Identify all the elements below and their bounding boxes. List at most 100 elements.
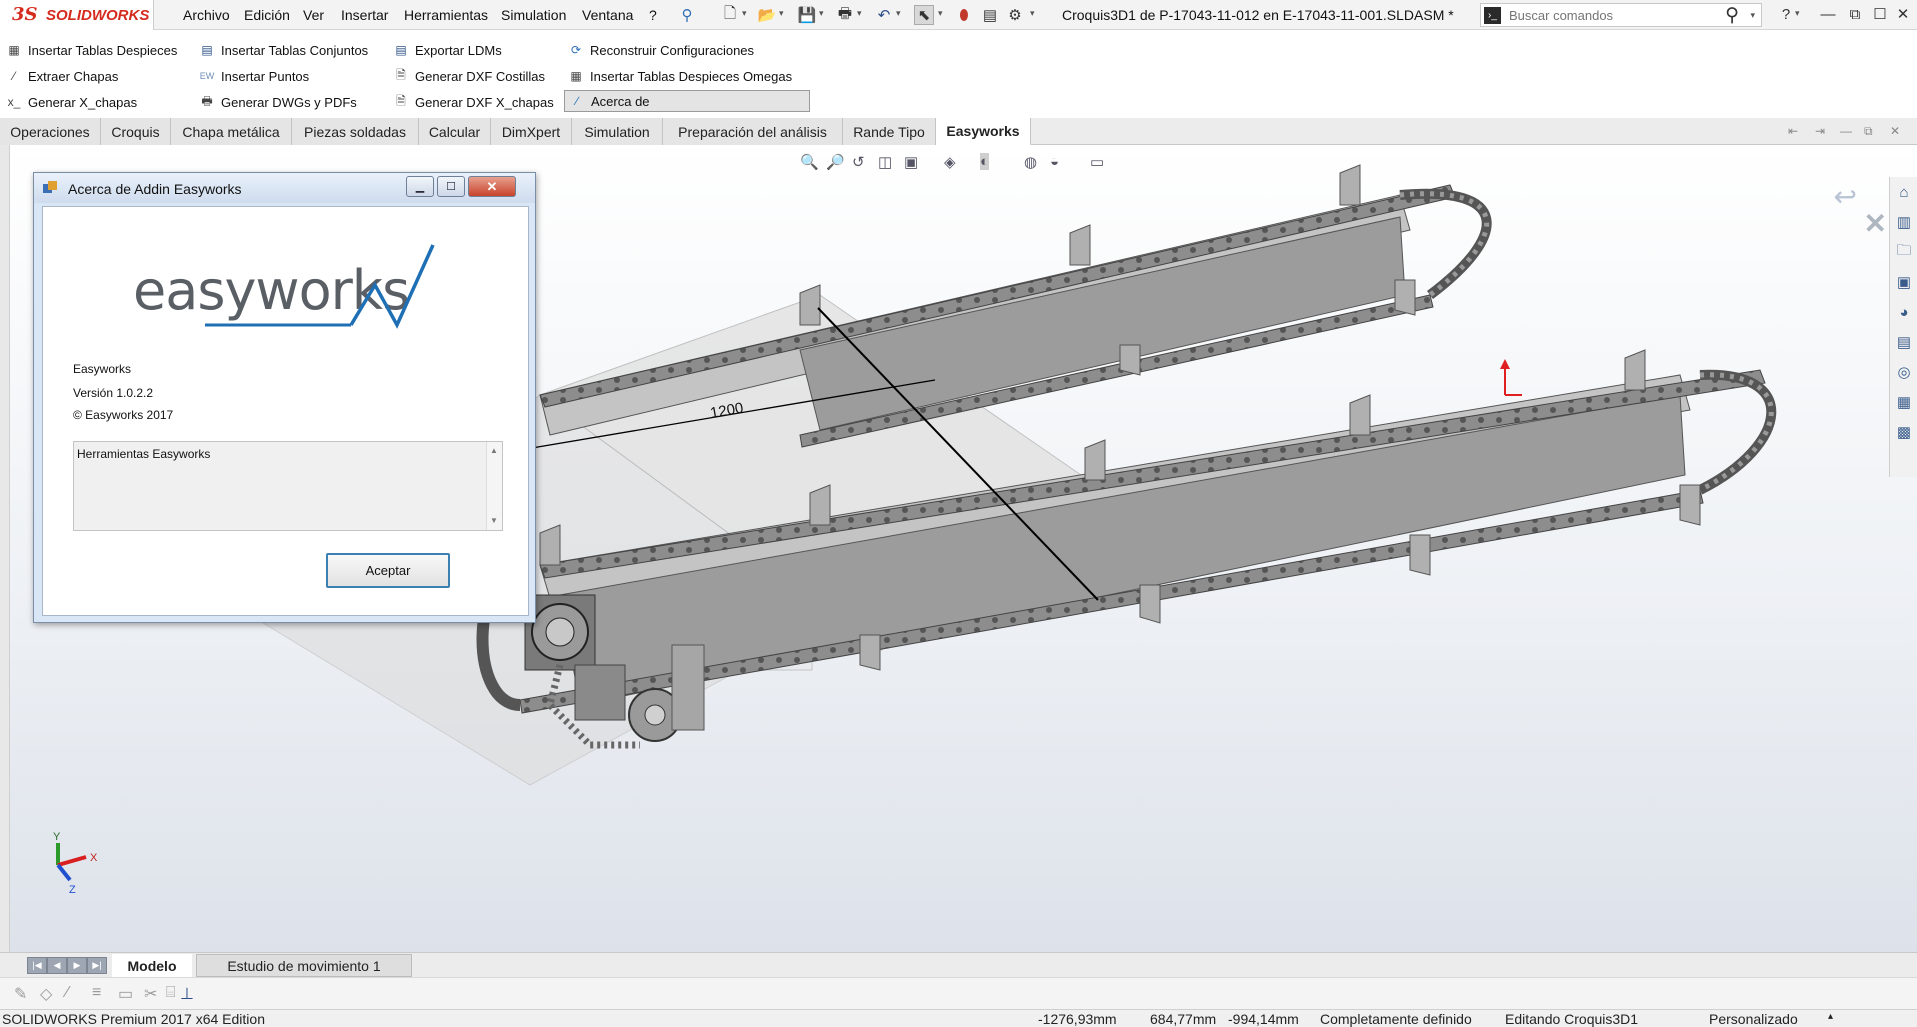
solidworks-logo[interactable]: 3S SOLIDWORKS bbox=[0, 0, 154, 30]
scroll-up-icon[interactable]: ▲ bbox=[490, 446, 498, 455]
tab-modelo[interactable]: Modelo bbox=[112, 954, 192, 977]
cmd-reconstruir-configuraciones[interactable]: ⟳ Reconstruir Configuraciones bbox=[568, 39, 754, 61]
previous-view-icon[interactable]: ↺ bbox=[852, 153, 865, 171]
aceptar-button[interactable]: Aceptar bbox=[326, 553, 450, 588]
search-input[interactable] bbox=[1509, 6, 1709, 24]
tab-croquis[interactable]: Croquis bbox=[101, 118, 171, 145]
cmd-insertar-tablas-despieces-omegas[interactable]: ▦ Insertar Tablas Despieces Omegas bbox=[568, 65, 792, 87]
scene-icon[interactable]: ◒ bbox=[1050, 153, 1059, 170]
tab-easyworks[interactable]: Easyworks bbox=[936, 118, 1031, 145]
units-status[interactable]: Personalizado bbox=[1709, 1011, 1798, 1027]
dialog-close-icon[interactable]: ✕ bbox=[468, 176, 516, 197]
confirmation-cancel-icon[interactable]: ✕ bbox=[1864, 207, 1887, 240]
custom-properties-icon[interactable]: ▤ bbox=[1890, 327, 1917, 357]
help-button[interactable]: ? bbox=[1776, 4, 1796, 24]
next-tab-icon[interactable]: ▶ bbox=[67, 957, 87, 974]
section-view-icon[interactable]: ◫ bbox=[878, 153, 892, 171]
rebuild-icon[interactable]: ⬮ bbox=[954, 5, 974, 25]
new-file-icon[interactable]: 🗋 bbox=[720, 5, 740, 25]
units-dropdown-icon[interactable]: ▴ bbox=[1828, 1011, 1833, 1022]
search-icon[interactable]: ⚲ bbox=[1725, 4, 1739, 27]
last-tab-icon[interactable]: ▶| bbox=[87, 957, 107, 974]
line-tool-icon[interactable]: ⁄ bbox=[66, 984, 69, 1002]
select-icon[interactable]: ⬉ bbox=[914, 5, 934, 25]
undo-icon[interactable]: ↶ bbox=[874, 5, 894, 25]
dialog-caption[interactable]: Acerca de Addin Easyworks ▁ ☐ ✕ bbox=[34, 173, 535, 203]
rectangle-tool-icon[interactable]: ▭ bbox=[118, 984, 133, 1004]
cmd-generar-dwgs-pdfs[interactable]: 🖶 Generar DWGs y PDFs bbox=[199, 91, 356, 113]
maximize-icon[interactable]: ☐ bbox=[1870, 4, 1890, 24]
addin-panel-icon[interactable]: ▦ bbox=[1890, 387, 1917, 417]
save-icon[interactable]: 💾 bbox=[797, 5, 817, 25]
first-tab-icon[interactable]: |◀ bbox=[27, 957, 47, 974]
menu-ver[interactable]: Ver bbox=[303, 7, 324, 23]
menu-edicion[interactable]: Edición bbox=[244, 7, 290, 23]
confirmation-accept-icon[interactable]: ↩ bbox=[1834, 180, 1857, 213]
collapse-left-icon[interactable]: ⇤ bbox=[1788, 124, 1798, 138]
smart-dimension-icon[interactable]: ◇ bbox=[40, 984, 52, 1004]
cmd-insertar-tablas-despieces[interactable]: ▦ Insertar Tablas Despieces bbox=[6, 39, 177, 61]
menu-insertar[interactable]: Insertar bbox=[341, 7, 388, 23]
file-properties-icon[interactable]: ▤ bbox=[980, 5, 1000, 25]
search-dropdown-icon[interactable]: ▾ bbox=[1750, 10, 1755, 21]
tab-chapa-metalica[interactable]: Chapa metálica bbox=[171, 118, 292, 145]
dialog-maximize-icon[interactable]: ☐ bbox=[437, 176, 465, 197]
cmd-extraer-chapas[interactable]: ⁄ Extraer Chapas bbox=[6, 65, 118, 87]
cmd-generar-dxf-costillas[interactable]: 🗎 Generar DXF Costillas bbox=[393, 65, 545, 87]
trim-tool-icon[interactable]: ✂ bbox=[144, 984, 157, 1004]
tab-calcular[interactable]: Calcular bbox=[419, 118, 491, 145]
open-dropdown-icon[interactable]: ▾ bbox=[779, 8, 784, 19]
view-orientation-icon[interactable]: ◈ bbox=[944, 153, 956, 171]
tab-rande-tipo[interactable]: Rande Tipo bbox=[843, 118, 936, 145]
menu-help[interactable]: ? bbox=[649, 7, 657, 23]
undo-dropdown-icon[interactable]: ▾ bbox=[896, 8, 901, 19]
menu-archivo[interactable]: Archivo bbox=[183, 7, 230, 23]
doc-close-icon[interactable]: ✕ bbox=[1890, 124, 1900, 138]
relations-icon[interactable]: ⊥ bbox=[180, 984, 194, 1004]
select-dropdown-icon[interactable]: ▾ bbox=[938, 8, 943, 19]
doc-minimize-icon[interactable]: — bbox=[1840, 124, 1852, 138]
menu-ventana[interactable]: Ventana bbox=[582, 7, 633, 23]
zoom-fit-icon[interactable]: 🔍 bbox=[800, 153, 819, 171]
display-style-icon[interactable]: ◐ bbox=[980, 153, 990, 170]
convert-entities-icon[interactable]: ⌸ bbox=[166, 984, 176, 1002]
cmd-generar-dxf-x-chapas[interactable]: 🗎 Generar DXF X_chapas bbox=[393, 91, 554, 113]
tab-preparacion-analisis[interactable]: Preparación del análisis bbox=[663, 118, 843, 145]
appearance-icon[interactable]: ◍ bbox=[1024, 153, 1037, 171]
design-library-icon[interactable]: 🗀 bbox=[1890, 237, 1917, 267]
description-scrollbar[interactable]: ▲ ▼ bbox=[486, 442, 502, 530]
doc-restore-icon[interactable]: ⧉ bbox=[1864, 124, 1873, 139]
print-icon[interactable]: 🖶 bbox=[835, 5, 855, 25]
appearances-icon[interactable]: ◕ bbox=[1890, 297, 1917, 327]
cmd-generar-x-chapas[interactable]: x_ Generar X_chapas bbox=[6, 91, 137, 113]
centerline-icon[interactable]: ≡ bbox=[92, 984, 101, 1002]
restore-icon[interactable]: ⧉ bbox=[1845, 4, 1865, 24]
new-file-dropdown-icon[interactable]: ▾ bbox=[742, 8, 747, 19]
file-explorer-icon[interactable]: ▣ bbox=[1890, 267, 1917, 297]
description-textbox[interactable]: Herramientas Easyworks ▲ ▼ bbox=[73, 441, 503, 531]
options-icon[interactable]: ⚙ bbox=[1005, 5, 1025, 25]
open-icon[interactable]: 📂 bbox=[757, 5, 777, 25]
collapse-right-icon[interactable]: ⇥ bbox=[1815, 124, 1825, 138]
save-dropdown-icon[interactable]: ▾ bbox=[819, 8, 824, 19]
cmd-exportar-ldms[interactable]: ▤ Exportar LDMs bbox=[393, 39, 501, 61]
scroll-down-icon[interactable]: ▼ bbox=[490, 516, 498, 525]
search-commands[interactable]: ›_ ⚲ ▾ bbox=[1480, 3, 1762, 27]
view-settings-icon[interactable]: ▭ bbox=[1090, 153, 1104, 171]
feature-manager-collapsed[interactable] bbox=[0, 145, 10, 952]
cmd-insertar-tablas-conjuntos[interactable]: ▤ Insertar Tablas Conjuntos bbox=[199, 39, 368, 61]
options-dropdown-icon[interactable]: ▾ bbox=[1030, 8, 1035, 19]
tab-simulation[interactable]: Simulation bbox=[572, 118, 663, 145]
zoom-area-icon[interactable]: 🔎 bbox=[826, 153, 845, 171]
cmd-acerca-de[interactable]: ∕ Acerca de bbox=[564, 90, 810, 112]
minimize-icon[interactable]: — bbox=[1818, 4, 1838, 24]
tab-operaciones[interactable]: Operaciones bbox=[0, 118, 101, 145]
home-icon[interactable]: ⌂ bbox=[1890, 177, 1917, 207]
dialog-minimize-icon[interactable]: ▁ bbox=[406, 176, 434, 197]
tab-dimxpert[interactable]: DimXpert bbox=[491, 118, 572, 145]
menu-simulation[interactable]: Simulation bbox=[501, 7, 566, 23]
tab-piezas-soldadas[interactable]: Piezas soldadas bbox=[292, 118, 419, 145]
prev-tab-icon[interactable]: ◀ bbox=[47, 957, 67, 974]
solidworks-forum-icon[interactable]: ◎ bbox=[1890, 357, 1917, 387]
dynamic-annotation-icon[interactable]: ▣ bbox=[904, 153, 918, 171]
